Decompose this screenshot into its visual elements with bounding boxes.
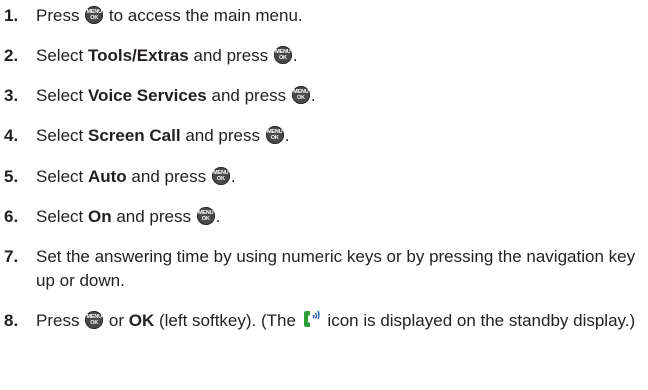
ok-key-label: OK <box>216 176 225 182</box>
step-text-fragment: . <box>310 86 316 105</box>
step-text-fragment: and press <box>126 167 211 186</box>
step-3: 3. Select Voice Services and press MENU O… <box>4 84 640 108</box>
step-text: Press MENU OK or OK (left softkey). (The … <box>36 309 640 333</box>
step-text-fragment: or <box>104 311 129 330</box>
step-1: 1. Press MENU OK to access the main menu. <box>4 4 640 28</box>
ok-key-label: OK <box>90 15 99 21</box>
step-text-fragment: Select <box>36 207 88 226</box>
step-5: 5. Select Auto and press MENU OK. <box>4 165 640 189</box>
menu-ok-key-icon: MENU OK <box>211 167 230 185</box>
step-8: 8. Press MENU OK or OK (left softkey). (T… <box>4 309 640 357</box>
step-number: 6. <box>4 207 19 226</box>
step-text-fragment: and press <box>188 46 273 65</box>
step-text: Select Voice Services and press MENU OK. <box>36 84 640 108</box>
step-number: 1. <box>4 6 19 25</box>
menu-ok-key-icon: MENU OK <box>291 86 310 104</box>
ok-key-label: OK <box>90 320 99 326</box>
step-number: 7. <box>4 247 19 266</box>
step-text-fragment: and press <box>206 86 291 105</box>
step-text-fragment: Set the answering time by using numeric … <box>36 247 636 290</box>
step-text-fragment: and press <box>111 207 196 226</box>
step-7: 7. Set the answering time by using numer… <box>4 245 640 293</box>
step-text-fragment: (left softkey). (The <box>154 311 301 330</box>
step-number: 5. <box>4 167 19 186</box>
menu-item-name: OK <box>128 311 155 330</box>
menu-ok-key-icon: MENU OK <box>85 6 104 24</box>
screen-call-icon <box>303 310 320 327</box>
step-text-fragment: to access the main menu. <box>104 6 303 25</box>
step-text-fragment: Press <box>36 311 85 330</box>
step-text: Select On and press MENU OK. <box>36 205 640 229</box>
step-text-fragment: and press <box>180 126 265 145</box>
step-text: Select Screen Call and press MENU OK. <box>36 124 640 148</box>
step-text: Select Auto and press MENU OK. <box>36 165 640 189</box>
step-number: 2. <box>4 46 19 65</box>
step-text-fragment: Select <box>36 126 88 145</box>
menu-ok-key-icon: MENU OK <box>273 46 292 64</box>
step-text-fragment: Press <box>36 6 85 25</box>
step-text-fragment: . <box>284 126 290 145</box>
menu-item-name: Voice Services <box>87 86 207 105</box>
step-text-fragment: Select <box>36 46 88 65</box>
step-text: Select Tools/Extras and press MENU OK. <box>36 44 640 68</box>
menu-item-name: On <box>87 207 112 226</box>
step-number: 4. <box>4 126 19 145</box>
ok-key-label: OK <box>201 216 210 222</box>
step-2: 2. Select Tools/Extras and press MENU OK. <box>4 44 640 68</box>
step-number: 3. <box>4 86 19 105</box>
menu-ok-key-icon: MENU OK <box>196 207 215 225</box>
ok-key-label: OK <box>270 135 279 141</box>
menu-ok-key-icon: MENU OK <box>265 126 284 144</box>
step-text: Press MENU OK to access the main menu. <box>36 4 640 28</box>
step-text-fragment: Select <box>36 167 88 186</box>
step-6: 6. Select On and press MENU OK. <box>4 205 640 229</box>
step-text-fragment: Select <box>36 86 88 105</box>
step-text-fragment: icon is displayed on the standby display… <box>322 311 636 330</box>
step-text-fragment: . <box>292 46 298 65</box>
step-number: 8. <box>4 311 19 330</box>
menu-item-name: Screen Call <box>87 126 181 145</box>
step-4: 4. Select Screen Call and press MENU OK. <box>4 124 640 148</box>
menu-ok-key-icon: MENU OK <box>85 311 104 329</box>
step-text-fragment: . <box>230 167 236 186</box>
instruction-page: 1. Press MENU OK to access the main menu.… <box>0 0 648 390</box>
step-text-fragment: . <box>215 207 221 226</box>
step-text: Set the answering time by using numeric … <box>36 245 640 293</box>
ok-key-label: OK <box>296 95 305 101</box>
menu-item-name: Tools/Extras <box>87 46 189 65</box>
menu-item-name: Auto <box>87 167 127 186</box>
ok-key-label: OK <box>278 55 287 61</box>
